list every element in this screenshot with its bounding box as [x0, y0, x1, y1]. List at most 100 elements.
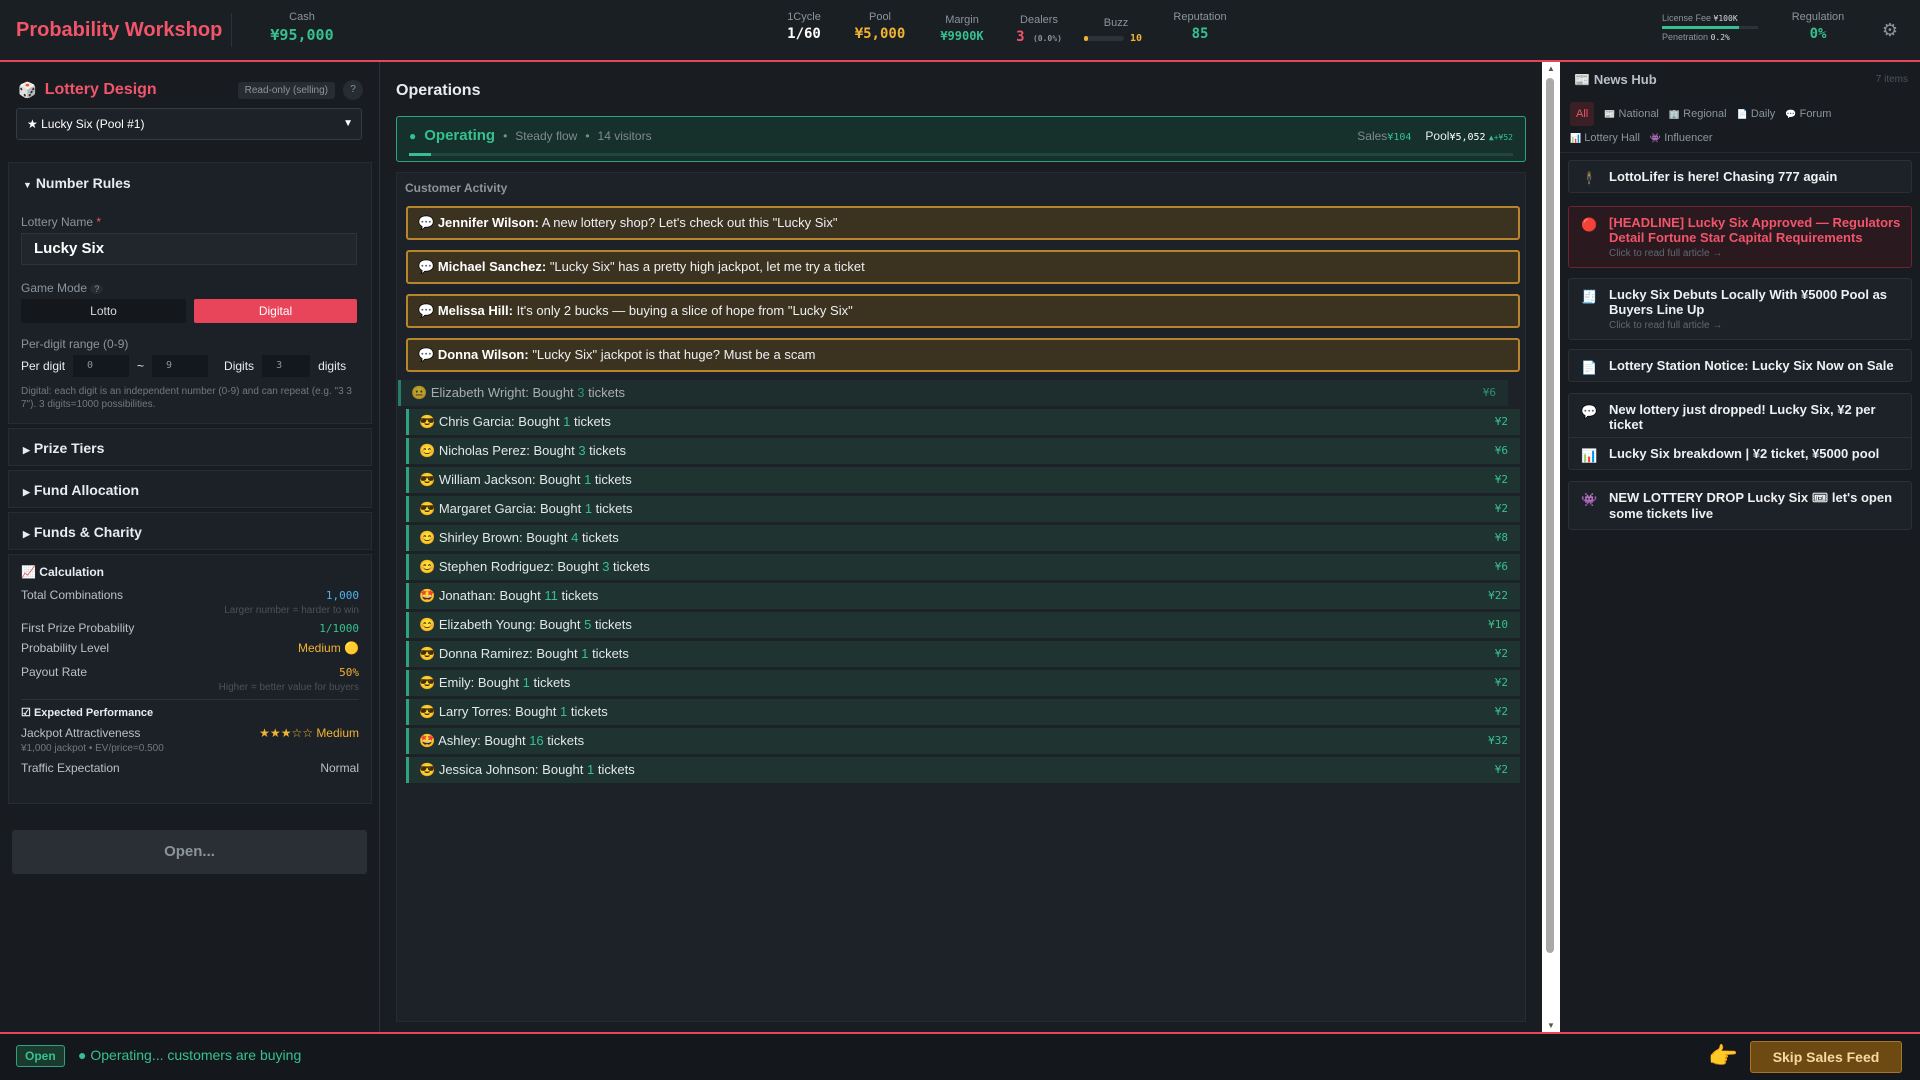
prize-tiers-section[interactable]: ▶ Prize Tiers — [8, 428, 372, 466]
lottery-select[interactable]: ★ Lucky Six (Pool #1) ▼ — [16, 108, 362, 140]
buyer-name: Chris Garcia: — [438, 414, 515, 429]
skip-sales-feed-button[interactable]: Skip Sales Feed — [1750, 1041, 1902, 1073]
pool-value-ops: ¥5,052 — [1449, 132, 1486, 143]
lottery-name-field[interactable]: Lucky Six — [21, 233, 357, 265]
funds-charity-section[interactable]: ▶ Funds & Charity — [8, 512, 372, 550]
pool-label-ops: Pool — [1425, 129, 1450, 143]
open-button[interactable]: Open... — [12, 830, 367, 874]
read-more-link[interactable]: Click to read full article → — [1609, 320, 1903, 331]
buyer-name: Elizabeth Young: — [438, 617, 536, 632]
bought-word: Bought — [539, 501, 582, 516]
mode-lotto-button[interactable]: Lotto — [21, 299, 186, 323]
pool-delta: ▲+¥52 — [1488, 133, 1513, 142]
news-tab[interactable]: 📄 Daily — [1737, 103, 1776, 125]
scrollbar-thumb[interactable] — [1546, 78, 1554, 953]
news-hub-title: News Hub — [1593, 72, 1657, 87]
min-digit-input[interactable]: 0 — [73, 355, 130, 377]
news-tab[interactable]: 📰 National — [1604, 103, 1659, 125]
help-button[interactable]: ? — [343, 80, 363, 100]
news-tab[interactable]: 📊 Lottery Hall — [1570, 127, 1640, 149]
purchase-amount: ¥22 — [1488, 589, 1508, 602]
news-item-text: New lottery just dropped! Lucky Six, ¥2 … — [1609, 402, 1876, 432]
expected-performance-title: Expected Performance — [33, 707, 154, 719]
purchase-amount: ¥2 — [1494, 647, 1508, 660]
jackpot-stars: ★★★☆☆ — [259, 726, 313, 740]
bought-word: Bought — [484, 733, 526, 748]
range-label: Per-digit range (0-9) — [21, 337, 129, 351]
buzz-stat: Buzz 10 — [1084, 17, 1148, 44]
game-mode-label: Game Mode — [21, 281, 88, 295]
bought-word: Bought — [515, 704, 557, 719]
buyer-name: Margaret Garcia: — [438, 501, 537, 516]
probability-level-label: Probability Level — [21, 641, 110, 655]
news-item[interactable]: 🧾 Lucky Six Debuts Locally With ¥5000 Poo… — [1568, 278, 1912, 340]
purchase-row: 😐 Elizabeth Wright: Bought 3 tickets ¥6 — [398, 380, 1508, 406]
gear-icon[interactable]: ⚙ — [1882, 20, 1898, 41]
bottom-status: Operating... customers are buying — [90, 1047, 302, 1063]
ticket-count: 3 — [578, 443, 586, 458]
purchase-row: 😎 Margaret Garcia: Bought 1 tickets ¥2 — [406, 496, 1520, 522]
speech-bubble-icon: 💬 — [418, 347, 435, 362]
bought-word: Bought — [536, 646, 578, 661]
news-item-icon: 📄 — [1581, 360, 1598, 375]
sales-progress-fill — [409, 153, 432, 156]
news-tab[interactable]: 💬 Forum — [1785, 103, 1831, 125]
cycle-label: 1Cycle — [787, 11, 821, 23]
purchase-amount: ¥2 — [1494, 676, 1508, 689]
max-digit-input[interactable]: 9 — [152, 355, 209, 377]
sales-value: ¥104 — [1387, 132, 1412, 143]
news-item-text: Lucky Six breakdown | ¥2 ticket, ¥5000 p… — [1609, 446, 1880, 461]
news-item[interactable]: 📊 Lucky Six breakdown | ¥2 ticket, ¥5000 … — [1568, 437, 1912, 470]
mode-label-wrap: Game Mode ? — [21, 281, 104, 295]
purchase-row: 😎 William Jackson: Bought 1 tickets ¥2 — [406, 467, 1520, 493]
fund-allocation-section[interactable]: ▶ Fund Allocation — [8, 470, 372, 508]
news-tab-label: All — [1576, 108, 1589, 120]
traffic-value: Normal — [320, 761, 359, 775]
ev-ratio: EV/price=0.500 — [95, 743, 164, 754]
reputation-label: Reputation — [1173, 11, 1227, 23]
news-tabs: All 📰 National 🏢 Regional 📄 Daily 💬 Forum 📊 L… — [1570, 102, 1910, 149]
news-tab[interactable]: 👾 Influencer — [1650, 127, 1713, 149]
news-item[interactable]: 🔴 [HEADLINE] Lucky Six Approved — Regulat… — [1568, 206, 1912, 268]
traffic-label: Traffic Expectation — [21, 761, 120, 775]
total-combinations-value: 1,000 — [325, 588, 359, 602]
ticket-count: 1 — [584, 472, 592, 487]
name-label: Lottery Name — [21, 215, 94, 229]
tickets-word: tickets — [581, 530, 619, 545]
news-item[interactable]: 🕴 LottoLifer is here! Chasing 777 again — [1568, 160, 1912, 193]
bought-word: Bought — [477, 675, 520, 690]
total-combinations-label: Total Combinations — [21, 588, 124, 602]
news-item[interactable]: 💬 New lottery just dropped! Lucky Six, ¥2… — [1568, 393, 1912, 441]
dealers-value: 3 — [1016, 29, 1025, 45]
app-title: Probability Workshop — [0, 13, 232, 47]
ticket-count: 1 — [522, 675, 530, 690]
tab-icon: 💬 — [1785, 109, 1797, 119]
mode-digital-button[interactable]: Digital — [194, 299, 357, 323]
news-item[interactable]: 👾 NEW LOTTERY DROP Lucky Six 🎟 let's open… — [1568, 481, 1912, 530]
triangle-right-icon: ▶ — [23, 487, 30, 497]
customer-face-icon: 😎 — [419, 704, 436, 719]
news-tab[interactable]: 🏢 Regional — [1669, 103, 1727, 125]
total-combinations-row: Total Combinations 1,000 — [21, 585, 359, 605]
news-tab[interactable]: All — [1570, 102, 1595, 126]
news-count: 7 items — [1875, 74, 1908, 85]
customer-face-icon: 😊 — [419, 530, 436, 545]
purchase-amount: ¥2 — [1494, 763, 1508, 776]
digits-input[interactable]: 3 — [262, 355, 311, 377]
penetration-value: 0.2% — [1710, 33, 1730, 42]
scrollbar[interactable]: ▲ ▼ — [1542, 62, 1560, 1032]
news-item[interactable]: 📄 Lottery Station Notice: Lucky Six Now o… — [1568, 349, 1912, 382]
tab-icon: 📄 — [1736, 109, 1748, 119]
reputation-stat: Reputation 85 — [1168, 11, 1232, 42]
status-dot-icon: ● — [409, 128, 417, 143]
purchase-row: 😎 Donna Ramirez: Bought 1 tickets ¥2 — [406, 641, 1520, 667]
digits-unit: digits — [318, 359, 347, 373]
ticket-count: 16 — [529, 733, 544, 748]
read-more-link[interactable]: Click to read full article → — [1609, 248, 1903, 259]
mode-help-icon[interactable]: ? — [90, 284, 104, 294]
cash-value: ¥95,000 — [270, 26, 334, 44]
number-rules-header[interactable]: ▼ Number Rules — [9, 163, 371, 203]
regulation-value: 0% — [1809, 26, 1827, 42]
scroll-up-icon[interactable]: ▲ — [1547, 64, 1555, 73]
scroll-down-icon[interactable]: ▼ — [1547, 1021, 1555, 1030]
